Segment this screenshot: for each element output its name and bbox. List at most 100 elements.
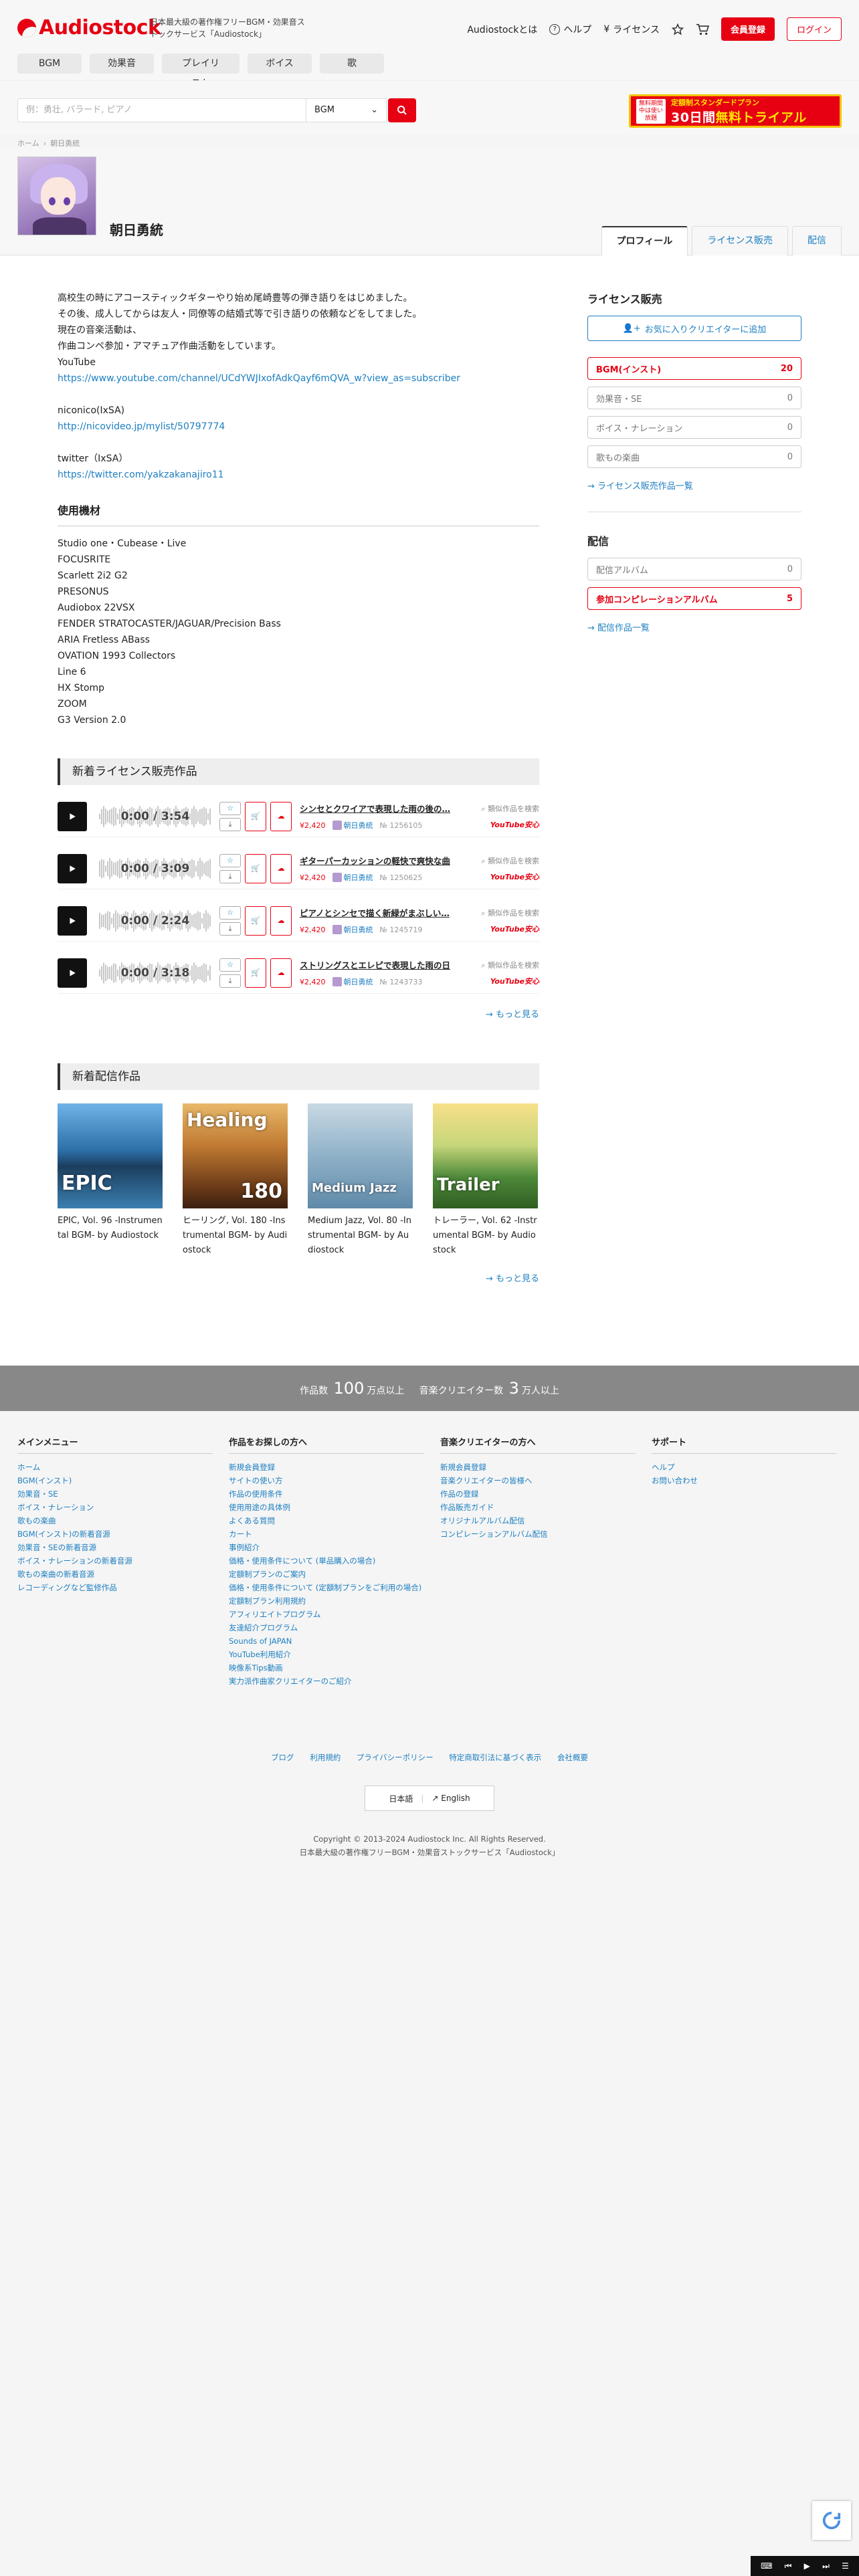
cloud-download-button[interactable]: ☁ — [270, 958, 292, 988]
twitter-link[interactable]: https://twitter.com/yakzakanajiro11 — [58, 467, 539, 483]
login-button[interactable]: ログイン — [786, 17, 842, 41]
footer-link[interactable]: Sounds of JAPAN — [229, 1634, 440, 1648]
footer-link[interactable]: BGM(インスト) — [17, 1474, 229, 1487]
play-icon[interactable]: ▶ — [804, 2561, 810, 2571]
footer-link[interactable]: 実力派作曲家クリエイターのご紹介 — [229, 1675, 440, 1688]
sidebar-item-dist-album[interactable]: 配信アルバム 0 — [587, 558, 801, 580]
album-card[interactable]: EPIC EPIC, Vol. 96 -Instrumental BGM- by… — [58, 1103, 163, 1258]
album-card[interactable]: Trailer トレーラー, Vol. 62 -Instrumental BGM… — [433, 1103, 538, 1258]
license-more-link[interactable]: → もっと見る — [58, 1007, 539, 1020]
cart-icon[interactable] — [696, 23, 709, 35]
footer-link[interactable]: 歌もの楽曲の新着音源 — [17, 1568, 229, 1581]
track-title[interactable]: ギターパーカッションの軽快で爽快な曲 — [300, 854, 460, 867]
footer-link-blog[interactable]: ブログ — [271, 1753, 294, 1762]
distribution-more-link[interactable]: → もっと見る — [58, 1271, 539, 1284]
footer-link[interactable]: ヘルプ — [652, 1461, 852, 1474]
cloud-download-button[interactable]: ☁ — [270, 853, 292, 883]
footer-link[interactable]: 映像系Tips動画 — [229, 1661, 440, 1675]
add-favorite-creator-button[interactable]: 👤+ お気に入りクリエイターに追加 — [587, 316, 801, 341]
footer-link[interactable]: 音楽クリエイターの皆様へ — [440, 1474, 652, 1487]
footer-link[interactable]: 使用用途の具体例 — [229, 1501, 440, 1514]
track-author[interactable]: 朝日勇統 — [332, 872, 373, 883]
footer-link[interactable]: 作品の登録 — [440, 1487, 652, 1501]
footer-link[interactable]: ホーム — [17, 1461, 229, 1474]
recaptcha-badge[interactable] — [812, 2501, 851, 2540]
tab-distribution[interactable]: 配信 — [792, 226, 842, 255]
footer-link[interactable]: 歌もの楽曲 — [17, 1514, 229, 1527]
footer-link[interactable]: よくある質問 — [229, 1514, 440, 1527]
audiostock-logo[interactable]: Audiostock — [17, 16, 161, 39]
favorite-star-icon[interactable]: ☆ — [219, 801, 241, 815]
footer-link[interactable]: 効果音・SE — [17, 1487, 229, 1501]
category-playlist[interactable]: プレイリスト — [162, 53, 240, 89]
lang-en[interactable]: ↗ English — [432, 1794, 470, 1803]
footer-link[interactable]: 定額制プランのご案内 — [229, 1568, 440, 1581]
track-author[interactable]: 朝日勇統 — [332, 924, 373, 935]
track-title[interactable]: ストリングスとエレピで表現した雨の日 — [300, 958, 460, 971]
footer-link-privacy[interactable]: プライバシーポリシー — [357, 1753, 434, 1762]
nav-license[interactable]: ¥ ライセンス — [603, 23, 660, 36]
dist-list-link[interactable]: → 配信作品一覧 — [587, 621, 801, 633]
similar-search-link[interactable]: ⌕ 類似作品を検索 — [472, 855, 539, 866]
sidebar-item-bgm[interactable]: BGM(インスト) 20 — [587, 357, 801, 380]
footer-link[interactable]: 価格・使用条件について (単品購入の場合) — [229, 1554, 440, 1568]
next-icon[interactable]: ⏭ — [822, 2561, 830, 2571]
download-icon[interactable]: ⤓ — [219, 974, 241, 988]
sidebar-item-song[interactable]: 歌もの楽曲 0 — [587, 445, 801, 468]
footer-link[interactable]: 定額制プラン利用規約 — [229, 1594, 440, 1608]
nav-help[interactable]: ? ヘルプ — [549, 23, 591, 36]
add-to-cart-button[interactable]: 🛒 — [245, 801, 266, 831]
search-input[interactable]: 例：勇壮, バラード, ピアノ — [17, 98, 306, 122]
play-button[interactable] — [58, 905, 87, 936]
tab-profile[interactable]: プロフィール — [601, 226, 688, 256]
keyboard-icon[interactable]: ⌨ — [761, 2561, 772, 2571]
trial-banner[interactable]: 無料期間中は使い放題 定額制スタンダードプラン 30日間無料トライアル — [629, 94, 842, 128]
footer-link[interactable]: BGM(インスト)の新着音源 — [17, 1527, 229, 1541]
footer-link[interactable]: 価格・使用条件について (定額制プランをご利用の場合) — [229, 1581, 440, 1594]
footer-link[interactable]: YouTube利用紹介 — [229, 1648, 440, 1661]
favorite-star-icon[interactable]: ☆ — [219, 905, 241, 920]
footer-link-company[interactable]: 会社概要 — [557, 1753, 588, 1762]
add-to-cart-button[interactable]: 🛒 — [245, 958, 266, 988]
footer-link[interactable]: 友達紹介プログラム — [229, 1621, 440, 1634]
footer-link[interactable]: お問い合わせ — [652, 1474, 852, 1487]
waveform[interactable]: 0:00 / 3:09 — [99, 854, 211, 883]
youtube-link[interactable]: https://www.youtube.com/channel/UCdYWJIx… — [58, 370, 539, 387]
similar-search-link[interactable]: ⌕ 類似作品を検索 — [472, 960, 539, 970]
footer-link[interactable]: アフィリエイトプログラム — [229, 1608, 440, 1621]
add-to-cart-button[interactable]: 🛒 — [245, 905, 266, 936]
sidebar-item-voice[interactable]: ボイス・ナレーション 0 — [587, 416, 801, 439]
menu-icon[interactable]: ☰ — [842, 2561, 849, 2571]
search-button[interactable] — [388, 98, 416, 122]
similar-search-link[interactable]: ⌕ 類似作品を検索 — [472, 907, 539, 918]
footer-link-terms[interactable]: 利用規約 — [310, 1753, 341, 1762]
footer-link-tokushoho[interactable]: 特定商取引法に基づく表示 — [449, 1753, 541, 1762]
footer-link[interactable]: 新規会員登録 — [440, 1461, 652, 1474]
add-to-cart-button[interactable]: 🛒 — [245, 853, 266, 883]
similar-search-link[interactable]: ⌕ 類似作品を検索 — [472, 803, 539, 814]
cloud-download-button[interactable]: ☁ — [270, 801, 292, 831]
cloud-download-button[interactable]: ☁ — [270, 905, 292, 936]
lang-ja[interactable]: 日本語 — [389, 1793, 413, 1804]
footer-link[interactable]: カート — [229, 1527, 440, 1541]
category-voice[interactable]: ボイス — [248, 53, 312, 74]
footer-link[interactable]: ボイス・ナレーション — [17, 1501, 229, 1514]
download-icon[interactable]: ⤓ — [219, 817, 241, 831]
play-button[interactable] — [58, 853, 87, 883]
track-title[interactable]: ピアノとシンセで描く新緑がまぶしい… — [300, 906, 460, 919]
track-author[interactable]: 朝日勇統 — [332, 976, 373, 987]
category-song[interactable]: 歌 — [320, 53, 384, 74]
nav-about[interactable]: Audiostockとは — [467, 23, 537, 36]
footer-link[interactable]: ボイス・ナレーションの新着音源 — [17, 1554, 229, 1568]
album-card[interactable]: Healing 180 ヒーリング, Vol. 180 -Instrumenta… — [183, 1103, 288, 1258]
waveform[interactable]: 0:00 / 3:18 — [99, 958, 211, 988]
tab-license-sales[interactable]: ライセンス販売 — [692, 226, 788, 255]
waveform[interactable]: 0:00 / 2:24 — [99, 906, 211, 936]
footer-link[interactable]: オリジナルアルバム配信 — [440, 1514, 652, 1527]
track-title[interactable]: シンセとクワイアで表現した雨の後の… — [300, 802, 460, 815]
category-se[interactable]: 効果音 — [90, 53, 154, 74]
footer-link[interactable]: 作品販売ガイド — [440, 1501, 652, 1514]
album-card[interactable]: Medium Jazz Medium Jazz, Vol. 80 -Instru… — [308, 1103, 413, 1258]
play-button[interactable] — [58, 958, 87, 988]
footer-link[interactable]: コンピレーションアルバム配信 — [440, 1527, 652, 1541]
